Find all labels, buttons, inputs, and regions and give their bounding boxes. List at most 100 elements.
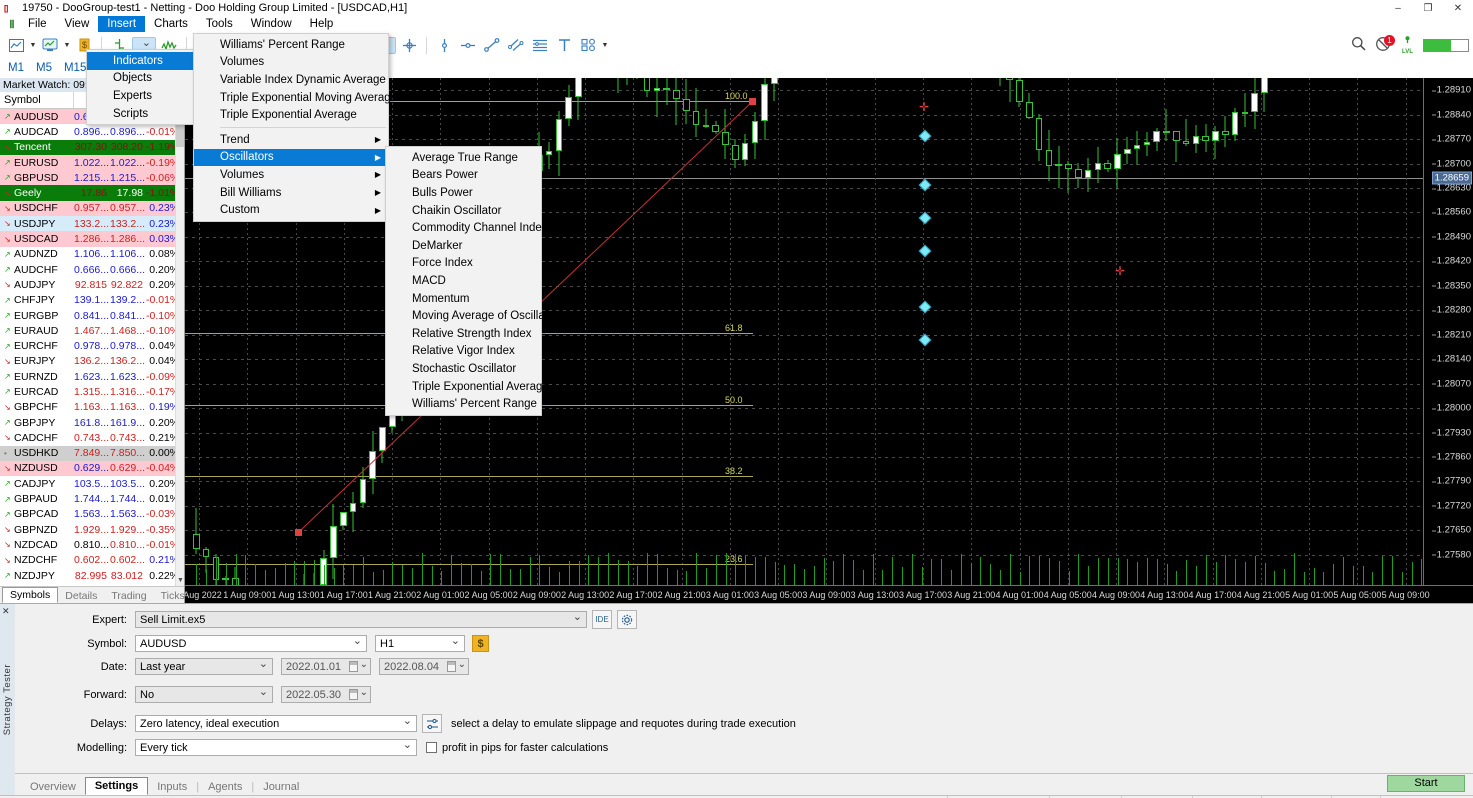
- tab-trading[interactable]: Trading: [104, 589, 153, 603]
- table-row[interactable]: ↗GBPJPY161.8...161.9...0.20%: [0, 415, 184, 430]
- horizontal-line-icon[interactable]: [457, 35, 479, 56]
- selected-object-marker[interactable]: ✛: [919, 102, 929, 112]
- currency-button[interactable]: $: [472, 635, 489, 652]
- trendline-icon[interactable]: [481, 35, 503, 56]
- tab-overview[interactable]: Overview: [21, 779, 85, 795]
- date-to-input[interactable]: 2022.08.04: [379, 658, 469, 675]
- period-select[interactable]: H1: [375, 635, 465, 652]
- maximize-button[interactable]: ❐: [1413, 0, 1443, 16]
- new-chart-icon[interactable]: [5, 35, 27, 56]
- menu-item-bulls-power[interactable]: Bulls Power: [386, 184, 541, 202]
- menu-item-chaikin-oscillator[interactable]: Chaikin Oscillator: [386, 202, 541, 220]
- timeframe-m5[interactable]: M5: [36, 62, 52, 74]
- text-icon[interactable]: [553, 35, 575, 56]
- table-row[interactable]: ↗AUDCHF0.666...0.666...0.20%: [0, 262, 184, 277]
- menu-item-momentum[interactable]: Momentum: [386, 290, 541, 308]
- time-axis[interactable]: 1 Aug 20221 Aug 09:001 Aug 13:001 Aug 17…: [185, 585, 1473, 603]
- equidistant-channel-icon[interactable]: [505, 35, 527, 56]
- table-row[interactable]: ↗EURGBP0.841...0.841...-0.10%: [0, 308, 184, 323]
- menu-item-stochastic-oscillator[interactable]: Stochastic Oscillator: [386, 360, 541, 378]
- menu-item-oscillators[interactable]: Oscillators▶: [194, 149, 388, 167]
- table-row[interactable]: ↘AUDJPY92.81592.8220.20%: [0, 277, 184, 292]
- forward-date-input[interactable]: 2022.05.30: [281, 686, 371, 703]
- menu-item-variable-index-dynamic-average[interactable]: Variable Index Dynamic Average: [194, 71, 388, 89]
- menu-item-average-true-range[interactable]: Average True Range: [386, 149, 541, 167]
- table-row[interactable]: ↗CADJPY103.5...103.5...0.20%: [0, 476, 184, 491]
- oscillators-menu-popup[interactable]: Average True RangeBears PowerBulls Power…: [385, 146, 542, 416]
- indicators-menu-popup[interactable]: Williams' Percent RangeVolumesVariable I…: [193, 33, 389, 222]
- tester-close-icon[interactable]: ✕: [2, 606, 10, 617]
- menu-tools[interactable]: Tools: [197, 16, 242, 32]
- menu-item-volumes[interactable]: Volumes: [194, 54, 388, 72]
- table-row[interactable]: ↗CHFJPY139.1...139.2...-0.01%: [0, 293, 184, 308]
- scroll-down-arrow[interactable]: ▼: [176, 576, 184, 586]
- tab-inputs[interactable]: Inputs: [148, 779, 196, 795]
- table-row[interactable]: ↘CADCHF0.743...0.743...0.21%: [0, 430, 184, 445]
- table-row[interactable]: ↘NZDUSD0.629...0.629...-0.04%: [0, 461, 184, 476]
- menu-item-bill-williams[interactable]: Bill Williams▶: [194, 184, 388, 202]
- symbol-select[interactable]: AUDUSD: [135, 635, 367, 652]
- menu-item-force-index[interactable]: Force Index: [386, 255, 541, 273]
- forward-select[interactable]: No: [135, 686, 273, 703]
- menu-item-williams-percent-range[interactable]: Williams' Percent Range: [194, 36, 388, 54]
- menu-item-macd[interactable]: MACD: [386, 272, 541, 290]
- vertical-line-icon[interactable]: [433, 35, 455, 56]
- search-icon[interactable]: [1351, 36, 1366, 54]
- minimize-button[interactable]: –: [1383, 0, 1413, 16]
- tab-symbols[interactable]: Symbols: [2, 587, 58, 603]
- table-row[interactable]: ↘Tencent307.30308.20-1.19%: [0, 140, 184, 155]
- menu-item-custom[interactable]: Custom▶: [194, 201, 388, 219]
- trendline-anchor-point[interactable]: [749, 98, 756, 105]
- trendline-anchor-point[interactable]: [295, 529, 302, 536]
- table-row[interactable]: ↘GBPCHF1.163...1.163...0.19%: [0, 400, 184, 415]
- tab-settings[interactable]: Settings: [85, 777, 148, 795]
- table-row[interactable]: ↗EURCHF0.978...0.978...0.04%: [0, 338, 184, 353]
- menu-item-triple-exponential-average[interactable]: Triple Exponential Average: [194, 106, 388, 124]
- menu-help[interactable]: Help: [301, 16, 343, 32]
- tab-details[interactable]: Details: [58, 589, 104, 603]
- table-row[interactable]: •USDHKD7.849...7.850...0.00%: [0, 446, 184, 461]
- fibonacci-icon[interactable]: [529, 35, 551, 56]
- chart-dropdown-caret[interactable]: ▼: [28, 35, 38, 55]
- timeframe-m15[interactable]: M15: [64, 62, 86, 74]
- menu-item-williams-percent-range[interactable]: Williams' Percent Range: [386, 395, 541, 413]
- shapes-icon[interactable]: [577, 35, 599, 56]
- ide-button[interactable]: IDE: [592, 610, 612, 629]
- delays-select[interactable]: Zero latency, ideal execution: [135, 715, 417, 732]
- column-symbol[interactable]: Symbol: [0, 92, 74, 108]
- expert-select[interactable]: Sell Limit.ex5: [135, 611, 587, 628]
- menu-item-triple-exponential-average[interactable]: Triple Exponential Average: [386, 378, 541, 396]
- table-row[interactable]: ↗GBPCAD1.563...1.563...-0.03%: [0, 507, 184, 522]
- menu-charts[interactable]: Charts: [145, 16, 197, 32]
- price-axis[interactable]: 1.289101.288401.287701.287001.286301.285…: [1423, 78, 1473, 585]
- crosshair-icon[interactable]: [398, 35, 420, 56]
- menu-item-trend[interactable]: Trend▶: [194, 131, 388, 149]
- menu-item-relative-strength-index[interactable]: Relative Strength Index: [386, 325, 541, 343]
- profit-pips-checkbox-group[interactable]: profit in pips for faster calculations: [426, 742, 608, 754]
- menu-insert[interactable]: Insert: [98, 16, 145, 32]
- menu-item-volumes[interactable]: Volumes▶: [194, 166, 388, 184]
- menu-item-demarker[interactable]: DeMarker: [386, 237, 541, 255]
- shapes-dropdown-caret[interactable]: ▼: [600, 35, 610, 55]
- table-row[interactable]: ↘USDJPY133.2...133.2...0.23%: [0, 216, 184, 231]
- table-row[interactable]: ↘GBPNZD1.929...1.929...-0.35%: [0, 522, 184, 537]
- tab-journal[interactable]: Journal: [254, 779, 308, 795]
- table-row[interactable]: ↗AUDNZD1.106...1.106...0.08%: [0, 247, 184, 262]
- expert-settings-gear-icon[interactable]: [617, 610, 637, 629]
- table-row[interactable]: ↗GBPUSD1.215...1.215...-0.06%: [0, 170, 184, 185]
- table-row[interactable]: ↗EURCAD1.315...1.316...-0.17%: [0, 384, 184, 399]
- menu-file[interactable]: File: [19, 16, 56, 32]
- close-button[interactable]: ✕: [1443, 0, 1473, 16]
- menu-item-bears-power[interactable]: Bears Power: [386, 167, 541, 185]
- menu-view[interactable]: View: [56, 16, 99, 32]
- tab-agents[interactable]: Agents: [199, 779, 251, 795]
- signal-level-icon[interactable]: LVL: [1401, 36, 1414, 55]
- menu-item-moving-average-of-oscillator[interactable]: Moving Average of Oscillator: [386, 307, 541, 325]
- profit-pips-checkbox[interactable]: [426, 742, 437, 753]
- table-row[interactable]: ↗EURUSD1.022...1.022...-0.19%: [0, 155, 184, 170]
- date-range-select[interactable]: Last year: [135, 658, 273, 675]
- timeframe-m1[interactable]: M1: [8, 62, 24, 74]
- table-row[interactable]: ↘Geely17.8617.98-1.01%: [0, 185, 184, 200]
- table-row[interactable]: ↘NZDCAD0.810...0.810...-0.01%: [0, 537, 184, 552]
- table-row[interactable]: ↘EURJPY136.2...136.2...0.04%: [0, 354, 184, 369]
